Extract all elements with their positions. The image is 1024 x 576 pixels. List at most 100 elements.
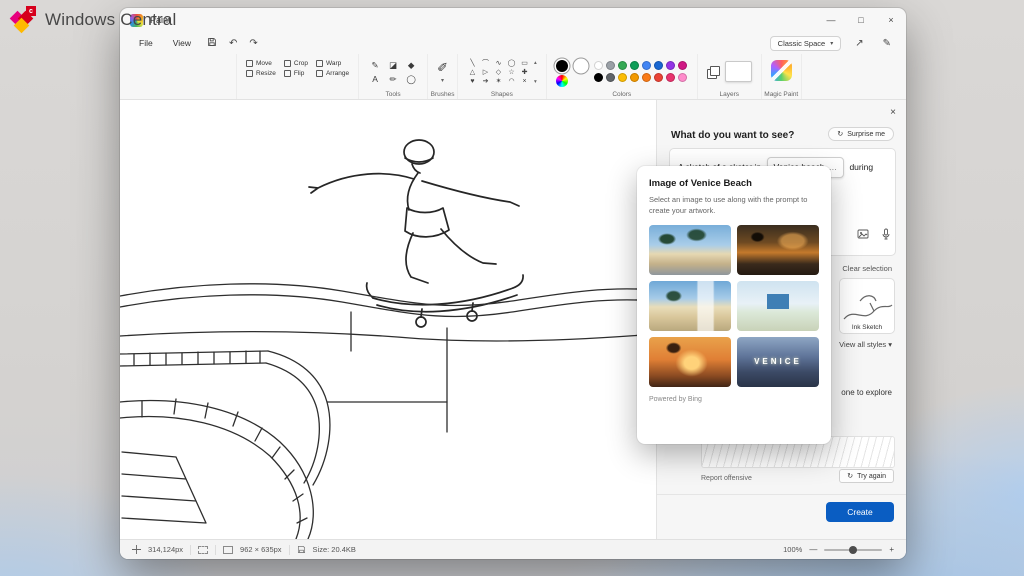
drawing-canvas[interactable]	[120, 100, 656, 539]
paint-window: Paint — □ × File View ↶ ↷ Class	[120, 8, 906, 559]
eraser-tool[interactable]: ◪	[386, 59, 400, 72]
shape-arrow[interactable]: ➔	[480, 77, 491, 86]
view-menu[interactable]: View	[164, 35, 200, 51]
zoom-in-button[interactable]: +	[889, 545, 894, 554]
palette-color[interactable]	[642, 73, 651, 82]
shapes-scroll-up[interactable]: ▴	[534, 60, 537, 66]
maximize-button[interactable]: □	[846, 8, 876, 32]
surprise-me-button[interactable]: ↻ Surprise me	[828, 127, 894, 141]
shape-curve[interactable]: ⌒	[480, 59, 491, 68]
venice-image-sign-dusk[interactable]: VENICE	[737, 337, 819, 387]
palette-color[interactable]	[594, 61, 603, 70]
redo-button[interactable]: ↷	[244, 38, 262, 49]
text-tool[interactable]: A	[368, 73, 382, 86]
zoom-slider[interactable]	[824, 549, 882, 551]
create-button[interactable]: Create	[826, 502, 894, 522]
venice-image-beach-path[interactable]	[649, 281, 731, 331]
palette-color[interactable]	[666, 73, 675, 82]
shape-ellipse[interactable]: ◯	[506, 59, 517, 68]
share-button[interactable]: ↗	[850, 38, 868, 49]
resize-button[interactable]: Resize	[246, 70, 276, 77]
palette-color[interactable]	[642, 61, 651, 70]
palette-color[interactable]	[630, 73, 639, 82]
menubar: File View ↶ ↷ Classic Space ▾ ↗ ✎	[120, 32, 906, 54]
cursor-position-icon	[132, 545, 141, 554]
magic-paint-icon[interactable]	[771, 60, 792, 81]
microphone-icon[interactable]	[880, 228, 892, 240]
magnifier-tool[interactable]: ◯	[404, 73, 418, 86]
style-space-dropdown[interactable]: Classic Space ▾	[770, 36, 842, 51]
shape-wave[interactable]: ∿	[493, 59, 504, 68]
share-icon: ↗	[855, 38, 863, 49]
layers-group: Layers	[697, 54, 761, 99]
brushes-label: Brushes	[428, 91, 457, 98]
palette-color[interactable]	[666, 61, 675, 70]
redo-icon: ↷	[249, 38, 257, 49]
palette-color[interactable]	[618, 61, 627, 70]
palette-color[interactable]	[678, 73, 687, 82]
picker-tool[interactable]: ✏	[386, 73, 400, 86]
feedback-button[interactable]: ✎	[878, 38, 896, 49]
flip-button[interactable]: Flip	[284, 70, 308, 77]
file-size-icon	[297, 545, 306, 554]
clear-selection-link[interactable]: Clear selection	[842, 264, 892, 273]
brush-tool[interactable]: ✐	[437, 59, 448, 77]
palette-color[interactable]	[594, 73, 603, 82]
shape-arc[interactable]: ◠	[506, 77, 517, 86]
move-icon	[246, 60, 253, 67]
add-image-icon[interactable]	[857, 228, 869, 240]
zoom-slider-thumb[interactable]	[849, 546, 857, 554]
venice-image-boardwalk-palms[interactable]	[649, 225, 731, 275]
file-menu[interactable]: File	[130, 35, 162, 51]
layers-icon[interactable]	[707, 66, 719, 78]
shape-diamond[interactable]: ◇	[493, 68, 504, 77]
shapes-scroll-down[interactable]: ▾	[534, 79, 537, 85]
panel-close-button[interactable]: ×	[890, 107, 896, 118]
color1-swatch[interactable]	[556, 60, 568, 72]
try-again-button[interactable]: ↻ Try again	[839, 469, 894, 483]
titlebar[interactable]: Paint — □ ×	[120, 8, 906, 32]
shape-heart[interactable]: ♥	[467, 77, 478, 86]
pencil-tool[interactable]: ✎	[368, 59, 382, 72]
venice-image-skatepark-night[interactable]	[737, 225, 819, 275]
close-button[interactable]: ×	[876, 8, 906, 32]
palette-color[interactable]	[606, 73, 615, 82]
arrange-button[interactable]: Arrange	[316, 70, 349, 77]
minimize-button[interactable]: —	[816, 8, 846, 32]
color-wheel-icon[interactable]	[556, 75, 568, 87]
palette-color[interactable]	[654, 61, 663, 70]
shape-line[interactable]: ╲	[467, 59, 478, 68]
shape-cross[interactable]: ✚	[519, 68, 530, 77]
chevron-down-icon[interactable]: ▾	[441, 77, 444, 84]
venice-image-sunset-palms[interactable]	[649, 337, 731, 387]
palette-color[interactable]	[678, 61, 687, 70]
palette-color[interactable]	[654, 73, 663, 82]
warp-button[interactable]: Warp	[316, 60, 349, 67]
undo-button[interactable]: ↶	[224, 38, 242, 49]
color2-swatch[interactable]	[575, 60, 587, 72]
venice-image-lifeguard-tower[interactable]	[737, 281, 819, 331]
move-button[interactable]: Move	[246, 60, 276, 67]
logo-letter: c	[26, 6, 36, 16]
shape-rectangle[interactable]: ▭	[519, 59, 530, 68]
palette-color[interactable]	[618, 73, 627, 82]
shape-burst[interactable]: ✶	[493, 77, 504, 86]
shape-x[interactable]: ×	[519, 77, 530, 86]
shape-triangle[interactable]: △	[467, 68, 478, 77]
shape-star[interactable]: ☆	[506, 68, 517, 77]
style-card-ink-sketch[interactable]: Ink Sketch	[839, 278, 895, 334]
view-all-styles-link[interactable]: View all styles ▾	[839, 340, 892, 349]
zoom-out-button[interactable]: —	[809, 545, 817, 554]
layer-thumbnail[interactable]	[725, 61, 752, 82]
warp-icon	[316, 60, 323, 67]
venice-image-grid: VENICE	[649, 225, 819, 387]
ribbon-toolbar: Move Crop Warp Resize Flip Arrange ✎ ◪ ◆…	[120, 54, 906, 100]
chevron-down-icon: ▾	[830, 40, 833, 47]
save-button[interactable]	[202, 37, 222, 50]
palette-color[interactable]	[606, 61, 615, 70]
palette-color[interactable]	[630, 61, 639, 70]
report-offensive-link[interactable]: Report offensive	[701, 475, 752, 482]
crop-button[interactable]: Crop	[284, 60, 308, 67]
shape-right-triangle[interactable]: ▷	[480, 68, 491, 77]
fill-tool[interactable]: ◆	[404, 59, 418, 72]
